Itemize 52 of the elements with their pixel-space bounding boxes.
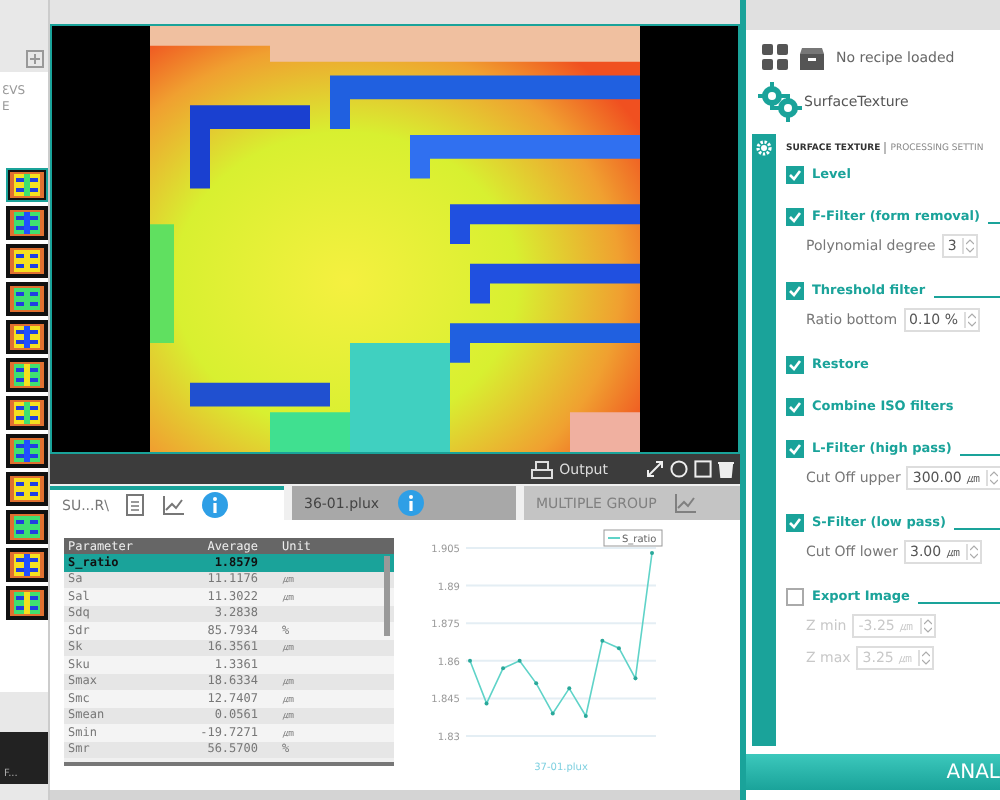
settings-icon[interactable] — [756, 140, 772, 156]
spinner-arrows-icon[interactable] — [966, 238, 975, 254]
document-icon[interactable] — [126, 494, 145, 516]
thumbnail[interactable] — [6, 548, 48, 582]
spinner-arrows-icon[interactable] — [922, 650, 931, 666]
line-chart-icon[interactable] — [162, 495, 185, 515]
data-point — [616, 646, 621, 651]
thumbnail[interactable] — [6, 206, 48, 240]
thumbnail[interactable] — [6, 434, 48, 468]
box-icon[interactable] — [798, 45, 826, 69]
thumbnail[interactable] — [6, 586, 48, 620]
checkbox[interactable] — [786, 165, 804, 183]
tray-icon — [529, 459, 554, 479]
data-point — [484, 701, 489, 706]
info-icon[interactable] — [397, 490, 424, 516]
data-point — [567, 686, 572, 691]
data-point — [633, 676, 638, 681]
data-point — [600, 638, 605, 643]
square-icon[interactable] — [694, 460, 712, 478]
analyze-button[interactable]: ANAL — [746, 754, 1000, 790]
gear-icon — [758, 82, 802, 122]
spinner-arrows-icon[interactable] — [967, 312, 976, 328]
data-point — [583, 713, 588, 718]
scrollbar[interactable] — [384, 556, 390, 636]
checkbox[interactable] — [786, 207, 804, 225]
add-icon[interactable] — [26, 50, 44, 68]
trash-icon[interactable] — [718, 460, 734, 478]
expand-icon[interactable] — [646, 460, 664, 478]
data-point — [550, 711, 555, 716]
thumbnail[interactable] — [6, 510, 48, 544]
spinner-arrows-icon[interactable] — [923, 618, 932, 634]
thumbnail[interactable] — [6, 244, 48, 278]
thumbnail[interactable] — [6, 320, 48, 354]
circle-icon[interactable] — [670, 460, 688, 478]
spinner-arrows-icon[interactable] — [969, 544, 978, 560]
thumbnail[interactable] — [6, 472, 48, 506]
checkbox[interactable] — [786, 281, 804, 299]
thumbnail[interactable] — [6, 168, 48, 202]
data-point — [534, 681, 539, 686]
thumbnail[interactable] — [6, 282, 48, 316]
checkbox[interactable] — [786, 587, 804, 605]
thumbnail[interactable] — [6, 358, 48, 392]
grid-icon[interactable] — [762, 44, 788, 70]
thumbnail[interactable] — [6, 396, 48, 430]
checkbox[interactable] — [786, 439, 804, 457]
spinner-arrows-icon[interactable] — [990, 470, 999, 486]
data-point — [517, 658, 522, 663]
checkbox[interactable] — [786, 397, 804, 415]
checkbox[interactable] — [786, 355, 804, 373]
info-icon[interactable] — [202, 492, 229, 518]
data-point — [501, 666, 506, 671]
checkbox[interactable] — [786, 513, 804, 531]
